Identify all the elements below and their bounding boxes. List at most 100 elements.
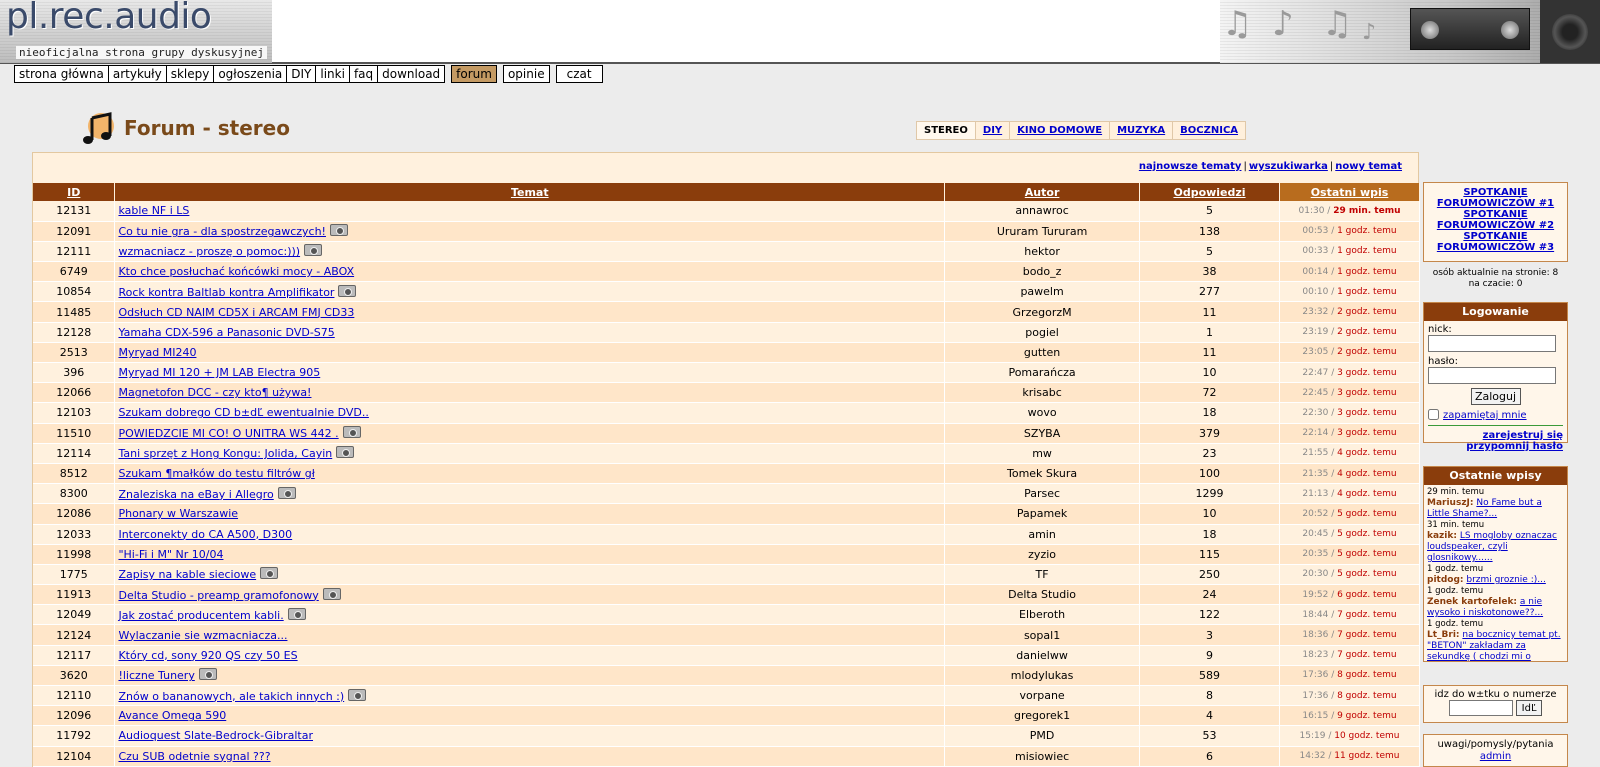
topic-link[interactable]: !liczne Tunery xyxy=(118,669,194,682)
topic-link[interactable]: wzmacniacz - proszę o pomoc:))) xyxy=(118,245,300,258)
tab-music[interactable]: MUZYKA xyxy=(1109,122,1173,139)
recent-post-link[interactable]: brzmi groznie :)... xyxy=(1466,575,1545,585)
last-post-time: 18:44 xyxy=(1302,609,1329,620)
topic-link[interactable]: Tani sprzęt z Hong Kongu: Jolida, Cayin xyxy=(118,447,332,460)
topic-link[interactable]: Znów o bananowych, ale takich innych :) xyxy=(118,690,344,703)
nav-item-forum[interactable]: forum xyxy=(451,65,497,83)
remind-password-link[interactable]: przypomnij hasło xyxy=(1428,441,1563,452)
nav-item-shops[interactable]: sklepy xyxy=(166,65,215,83)
topic-link[interactable]: Odsłuch CD NAIM CD5X i ARCAM FMJ CD33 xyxy=(118,306,354,319)
table-row: 12114 Tani sprzęt z Hong Kongu: Jolida, C… xyxy=(33,443,1420,464)
column-header-id[interactable]: ID xyxy=(33,183,116,201)
topic-link[interactable]: Phonary w Warszawie xyxy=(118,507,238,520)
goto-button[interactable]: IdĽ xyxy=(1516,700,1543,716)
topic-id: 11510 xyxy=(33,423,116,444)
nav-item-home[interactable]: strona główna xyxy=(14,65,109,83)
topic-link[interactable]: Zapisy na kable sieciowe xyxy=(118,568,256,581)
remember-me-link[interactable]: zapamiętaj mnie xyxy=(1443,410,1527,421)
newest-topics-link[interactable]: najnowsze tematy xyxy=(1139,161,1242,172)
topic-link[interactable]: Yamaha CDX-596 a Panasonic DVD-S75 xyxy=(118,326,334,339)
topic-link[interactable]: Rock kontra Baltlab kontra Amplifikator xyxy=(118,286,334,299)
column-header-last-post[interactable]: Ostatni wpis xyxy=(1279,183,1420,201)
topic-cell: Co tu nie gra - dla spostrzegawczych! xyxy=(114,221,946,242)
site-logo[interactable]: pl.rec.audio nieoficjalna strona grupy d… xyxy=(0,0,272,63)
recent-post-item: 1 godz. temu Zenek kartofelek: a nie wyso… xyxy=(1427,586,1564,619)
tab-home-cinema[interactable]: KINO DOMOWE xyxy=(1009,122,1110,139)
last-post-cell: 23:19 / 2 godz. temu xyxy=(1279,322,1420,343)
topics-table: ID Temat Autor Odpowiedzi Ostatni wpis 1… xyxy=(33,183,1420,767)
topic-link[interactable]: Co tu nie gra - dla spostrzegawczych! xyxy=(118,225,326,238)
tab-siding[interactable]: BOCZNICA xyxy=(1172,122,1246,139)
topic-author: Papamek xyxy=(944,503,1141,525)
topics-panel: najnowsze tematy | wyszukiwarka | nowy temat… xyxy=(32,152,1420,767)
topic-link[interactable]: Myryad MI 120 + JM LAB Electra 905 xyxy=(118,366,320,379)
thread-number-input[interactable] xyxy=(1448,700,1513,716)
column-header-author[interactable]: Autor xyxy=(944,183,1141,201)
nav-item-ads[interactable]: ogłoszenia xyxy=(214,65,288,83)
topic-link[interactable]: "Hi-Fi i M" Nr 10/04 xyxy=(118,548,223,561)
last-post-ago: 3 godz. temu xyxy=(1337,367,1397,378)
nav-item-diy[interactable]: DIY xyxy=(287,65,317,83)
topic-link[interactable]: Który cd, sony 920 QS czy 50 ES xyxy=(118,649,297,662)
topic-replies: 10 xyxy=(1139,503,1280,525)
topic-replies: 38 xyxy=(1139,261,1280,283)
tab-stereo[interactable]: STEREO xyxy=(917,122,975,139)
register-link[interactable]: zarejestruj się xyxy=(1428,430,1563,441)
topic-link[interactable]: kable NF i LS xyxy=(118,204,189,217)
nick-input[interactable] xyxy=(1428,335,1556,352)
topic-link[interactable]: Szukam ¶małków do testu filtrów gł xyxy=(118,467,314,480)
topic-link[interactable]: Kto chce posłuchać końcówki mocy - ABOX xyxy=(118,265,354,278)
topic-link[interactable]: Magnetofon DCC - czy kto¶ używa! xyxy=(118,386,311,399)
new-topic-link[interactable]: nowy temat xyxy=(1335,161,1402,172)
last-post-time: 17:36 xyxy=(1302,690,1329,701)
table-row: 12117 Który cd, sony 920 QS czy 50 ES dani… xyxy=(33,645,1420,666)
topic-replies: 5 xyxy=(1139,241,1280,263)
login-panel: Logowanie nick: hasło: Zaloguj zapamięta… xyxy=(1423,302,1568,452)
topic-cell: kable NF i LS xyxy=(114,201,946,222)
nav-item-faq[interactable]: faq xyxy=(349,65,379,83)
nav-item-links[interactable]: linki xyxy=(316,65,350,83)
last-post-ago: 9 godz. temu xyxy=(1337,710,1397,721)
last-post-time: 21:13 xyxy=(1302,488,1329,499)
topic-link[interactable]: Audioquest Slate-Bedrock-Gibraltar xyxy=(118,729,313,742)
topic-link[interactable]: Wylaczanie sie wzmacniacza... xyxy=(118,629,287,642)
topic-id: 12086 xyxy=(33,503,116,525)
last-post-ago: 7 godz. temu xyxy=(1337,650,1397,661)
nav-item-articles[interactable]: artykuły xyxy=(108,65,167,83)
nav-item-opinions[interactable]: opinie xyxy=(502,65,550,83)
separator: / xyxy=(1328,630,1338,641)
topic-link[interactable]: POWIEDZCIE MI CO! O UNITRA WS 442 . xyxy=(118,427,338,440)
column-header-topic[interactable]: Temat xyxy=(114,183,946,201)
topic-replies: 8 xyxy=(1139,685,1280,707)
column-header-replies[interactable]: Odpowiedzi xyxy=(1139,183,1280,201)
topic-link[interactable]: Jak zostać producentem kabli. xyxy=(118,609,283,622)
admin-link[interactable]: admin xyxy=(1480,751,1511,762)
last-post-ago: 4 godz. temu xyxy=(1337,488,1397,499)
search-link[interactable]: wyszukiwarka xyxy=(1249,161,1328,172)
topic-link[interactable]: Czu SUB odetnie sygnal ??? xyxy=(118,750,270,763)
topic-id: 12131 xyxy=(33,201,116,222)
topic-replies: 115 xyxy=(1139,544,1280,565)
table-row: 396 Myryad MI 120 + JM LAB Electra 905 Pom… xyxy=(33,362,1420,384)
music-note-icon xyxy=(83,112,114,144)
separator: / xyxy=(1328,226,1338,237)
nav-item-download[interactable]: download xyxy=(378,65,446,83)
meeting-link[interactable]: SPOTKANIE FORUMOWICZÓW #3 xyxy=(1424,231,1567,253)
topic-link[interactable]: Znaleziska na eBay i Allegro xyxy=(118,488,273,501)
password-input[interactable] xyxy=(1428,367,1556,384)
meeting-link[interactable]: SPOTKANIE FORUMOWICZÓW #1 xyxy=(1424,187,1567,209)
topic-link[interactable]: Avance Omega 590 xyxy=(118,709,226,722)
login-button[interactable]: Zaloguj xyxy=(1470,388,1521,405)
last-post-ago: 8 godz. temu xyxy=(1337,670,1397,681)
topic-link[interactable]: Interconekty do CA A500, D300 xyxy=(118,528,292,541)
topic-link[interactable]: Myryad MI240 xyxy=(118,346,196,359)
remember-me-checkbox[interactable] xyxy=(1428,409,1439,420)
meeting-link[interactable]: SPOTKANIE FORUMOWICZÓW #2 xyxy=(1424,209,1567,231)
tab-diy[interactable]: DIY xyxy=(974,122,1010,139)
last-post-cell: 00:10 / 1 godz. temu xyxy=(1279,281,1420,303)
nav-item-chat[interactable]: czat xyxy=(555,65,603,83)
topic-link[interactable]: Delta Studio - preamp gramofonowy xyxy=(118,589,318,602)
last-post-cell: 15:19 / 10 godz. temu xyxy=(1279,725,1420,747)
topic-author: sopal1 xyxy=(944,624,1141,646)
topic-link[interactable]: Szukam dobrego CD b±dĽ ewentualnie DVD.. xyxy=(118,406,368,419)
